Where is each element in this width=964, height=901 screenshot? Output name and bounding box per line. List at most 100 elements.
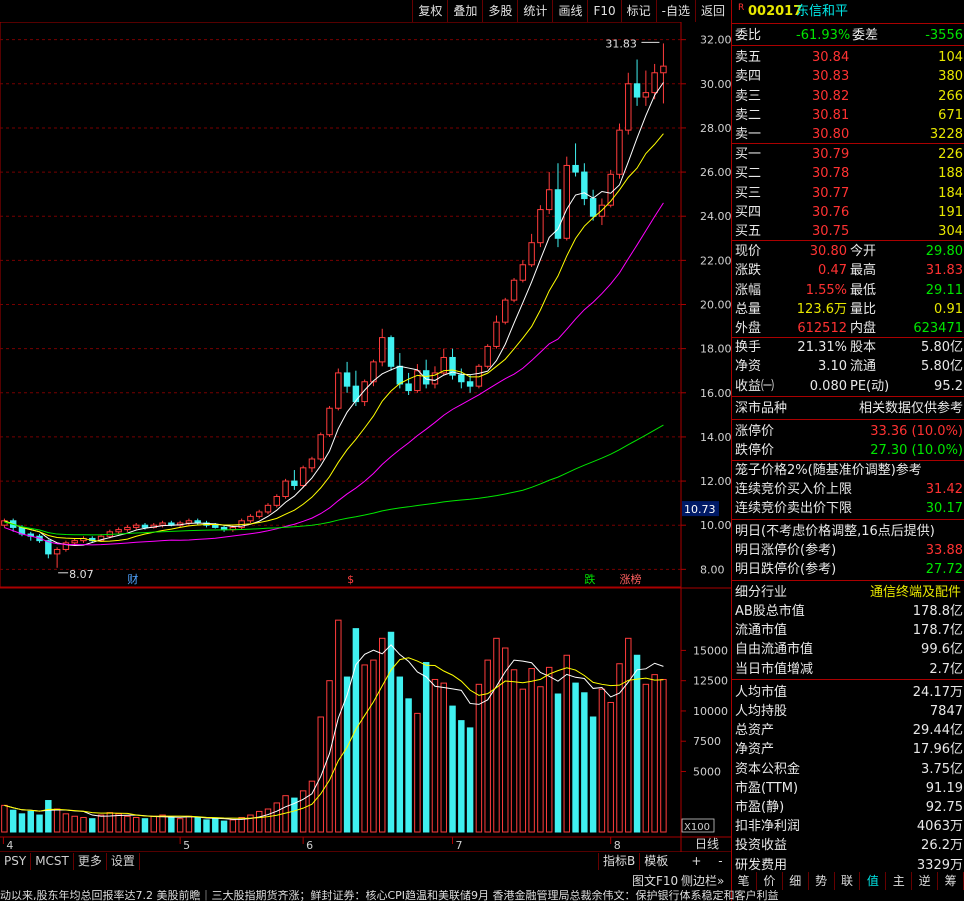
indicator-tab-psy[interactable]: PSY [0,853,32,870]
fundamental-row: 资本公积金 3.75亿 [732,760,964,779]
volume-bar-up [132,816,140,833]
candle-up [660,65,667,74]
panel-tab[interactable]: 联 [835,872,861,890]
toolbar-restore-rights-button[interactable]: 复权 [412,0,447,22]
buy-level-row: 买二 30.78 188 [732,164,964,183]
order-diff-label: 委差 [852,28,879,43]
low-price-label: 8.07 [69,568,94,581]
stat-label: PE(动) [850,378,890,394]
sell-level-volume: 671 [938,107,963,123]
stat-value: 0.91 [934,301,963,317]
fundamental-value: 178.8亿 [912,604,963,619]
sell-level-price: 30.84 [812,50,850,65]
industry-label: 细分行业 [735,585,788,600]
candle-up [528,242,535,266]
indicator-tab-settings[interactable]: 设置 [107,853,140,870]
industry-row[interactable]: 细分行业 通信终端及配件 [732,583,964,602]
volume-bar-up [510,669,518,833]
candle-up [379,337,386,363]
volume-bar-down [422,662,430,833]
event-marker[interactable]: $ [347,573,354,586]
candle-up [317,434,324,460]
volume-bar-up [229,819,237,833]
toolbar-statistics-button[interactable]: 统计 [517,0,552,22]
candle-up [132,524,140,528]
panel-tab[interactable]: 值 [860,872,887,890]
volume-bar-up [545,666,553,833]
fundamental-row: 扣非净利润 4063万 [732,817,964,836]
candle-up [185,520,193,524]
toolbar-mark-button[interactable]: 标记 [620,0,656,22]
trading-terminal: 复权 叠加 多股 统计 画线 F10 标记 -自选 返回 32.00 30.00 2… [0,0,964,901]
volume-tick-label: 5000 [693,765,721,778]
price-tick-label: 32.00 [700,34,731,47]
panel-tab[interactable]: 逆 [912,872,939,890]
news-ticker[interactable]: 动以来,股东年均总回报率达7.2 美股前瞻｜三大股指期货齐涨；鲜封证券：核心CP… [0,890,964,901]
buy-level-row: 买五 30.75 304 [732,222,964,241]
stat-value: 623471 [913,321,963,337]
sidebar-toggle-button[interactable]: 侧边栏» [681,872,724,890]
month-label: 5 [183,839,190,852]
volume-bar-up [97,814,105,833]
kline-chart[interactable]: 32.00 30.00 28.00 26.00 24.00 22.00 20.00 18.00… [0,22,731,852]
stat-value: 1.55% [805,282,847,298]
panel-tab[interactable]: 筹 [938,872,964,890]
indicator-tab-mcst[interactable]: MCST [31,853,74,870]
volume-bar-up [176,818,184,833]
volume-bar-up [150,815,157,833]
panel-tab[interactable]: 笔 [731,872,757,890]
buy-level-label: 买三 [735,185,762,201]
zoom-in-button[interactable]: + [691,853,701,870]
toolbar-overlay-button[interactable]: 叠加 [447,0,482,22]
candle-up [502,299,509,323]
toolbar-f10-button[interactable]: F10 [587,0,620,22]
tomorrow-note: 明日(不考虑价格调整,16点后提供) [735,524,935,539]
sell-level-volume: 104 [938,50,963,65]
indicator-b-button[interactable]: 指标B [598,853,639,870]
industry-value[interactable]: 通信终端及配件 [870,583,961,602]
toolbar-draw-line-button[interactable]: 画线 [552,0,587,22]
sell-level-volume: 266 [938,88,963,104]
price-tick-label: 26.00 [700,166,731,179]
price-tick-label: 14.00 [700,431,731,444]
price-tick-label: 28.00 [700,122,731,135]
indicator-tab-more[interactable]: 更多 [74,853,107,870]
panel-tab[interactable]: 势 [809,872,835,890]
candle-up [71,540,78,544]
panel-tab[interactable]: 价 [757,872,783,890]
stat-value: 31.83 [925,263,963,279]
period-daily-button[interactable]: 日线 [683,836,731,853]
volume-bar-up [598,688,606,833]
toolbar-multi-stock-button[interactable]: 多股 [482,0,517,22]
buy-level-price: 30.79 [812,147,850,162]
event-marker[interactable]: 财 [127,572,138,586]
buy-level-price: 30.78 [812,166,850,182]
event-marker[interactable]: 涨榜 [619,572,641,586]
toolbar-remove-watchlist-button[interactable]: -自选 [655,0,695,22]
zoom-out-button[interactable]: - [718,853,722,870]
buy-level-volume: 184 [938,185,963,201]
sell-level-label: 卖四 [735,69,762,85]
market-row: 深市品种 相关数据仅供参考 [732,399,964,418]
sell-level-row: 卖三 30.82 266 [732,87,964,106]
stat-value: 21.31% [797,340,847,355]
volume-bar-down [405,698,412,833]
f10-graphic-button[interactable]: 图文F10 [632,872,678,890]
event-marker[interactable]: 跌 [584,572,595,586]
volume-bar-down [466,727,474,833]
candle-up [642,92,650,98]
toolbar-back-button[interactable]: 返回 [694,0,730,22]
candle-up [53,548,61,555]
volume-bar-up [185,815,193,833]
template-button[interactable]: 模板 [639,853,672,870]
candle-up [616,129,623,175]
volume-bar-up [308,780,316,833]
panel-tab[interactable]: 主 [886,872,913,890]
fundamental-value: 99.6亿 [921,642,963,658]
candle-up [625,83,632,131]
order-ratio-row: 委比 -61.93% 委差 -3556 [732,26,964,45]
volume-unit-label: X100 [684,822,710,833]
panel-tab[interactable]: 细 [783,872,809,890]
volume-bar-up [71,815,78,833]
volume-bar-down [18,813,26,833]
